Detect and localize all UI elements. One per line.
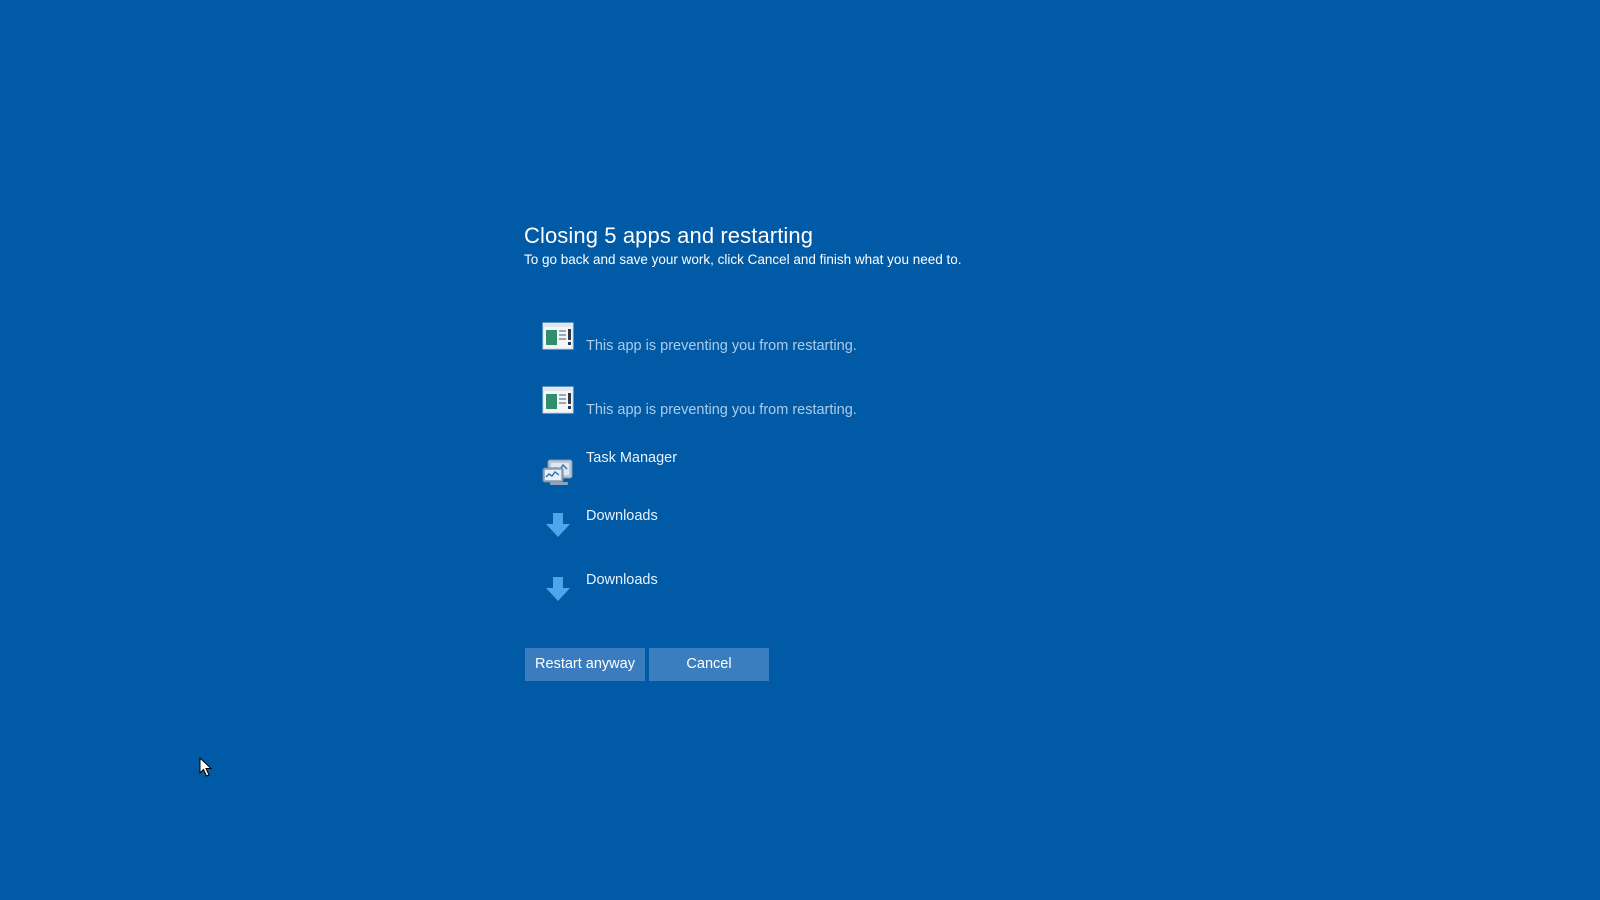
app-label: This app is preventing you from restarti… — [586, 338, 857, 354]
list-item: This app is preventing you from restarti… — [542, 322, 1062, 362]
download-arrow-icon — [542, 510, 574, 542]
app-label: Downloads — [586, 508, 658, 524]
blocking-app-icon — [542, 322, 574, 354]
app-label: This app is preventing you from restarti… — [586, 402, 857, 418]
download-arrow-icon — [542, 574, 574, 606]
restart-dialog: Closing 5 apps and restarting To go back… — [524, 220, 1084, 681]
app-label: Downloads — [586, 572, 658, 588]
mouse-pointer-icon — [199, 756, 213, 777]
list-item: Downloads — [542, 506, 1062, 546]
blocking-app-icon — [542, 386, 574, 418]
restart-anyway-button[interactable]: Restart anyway — [525, 648, 645, 681]
restart-screen: Closing 5 apps and restarting To go back… — [0, 0, 1600, 900]
list-item: Task Manager — [542, 448, 1062, 488]
list-item: This app is preventing you from restarti… — [542, 386, 1062, 426]
dialog-subtitle: To go back and save your work, click Can… — [524, 252, 962, 267]
list-item: Downloads — [542, 570, 1062, 610]
cancel-button[interactable]: Cancel — [649, 648, 769, 681]
task-manager-icon — [542, 458, 574, 490]
app-label: Task Manager — [586, 450, 678, 466]
dialog-title: Closing 5 apps and restarting — [524, 223, 814, 248]
